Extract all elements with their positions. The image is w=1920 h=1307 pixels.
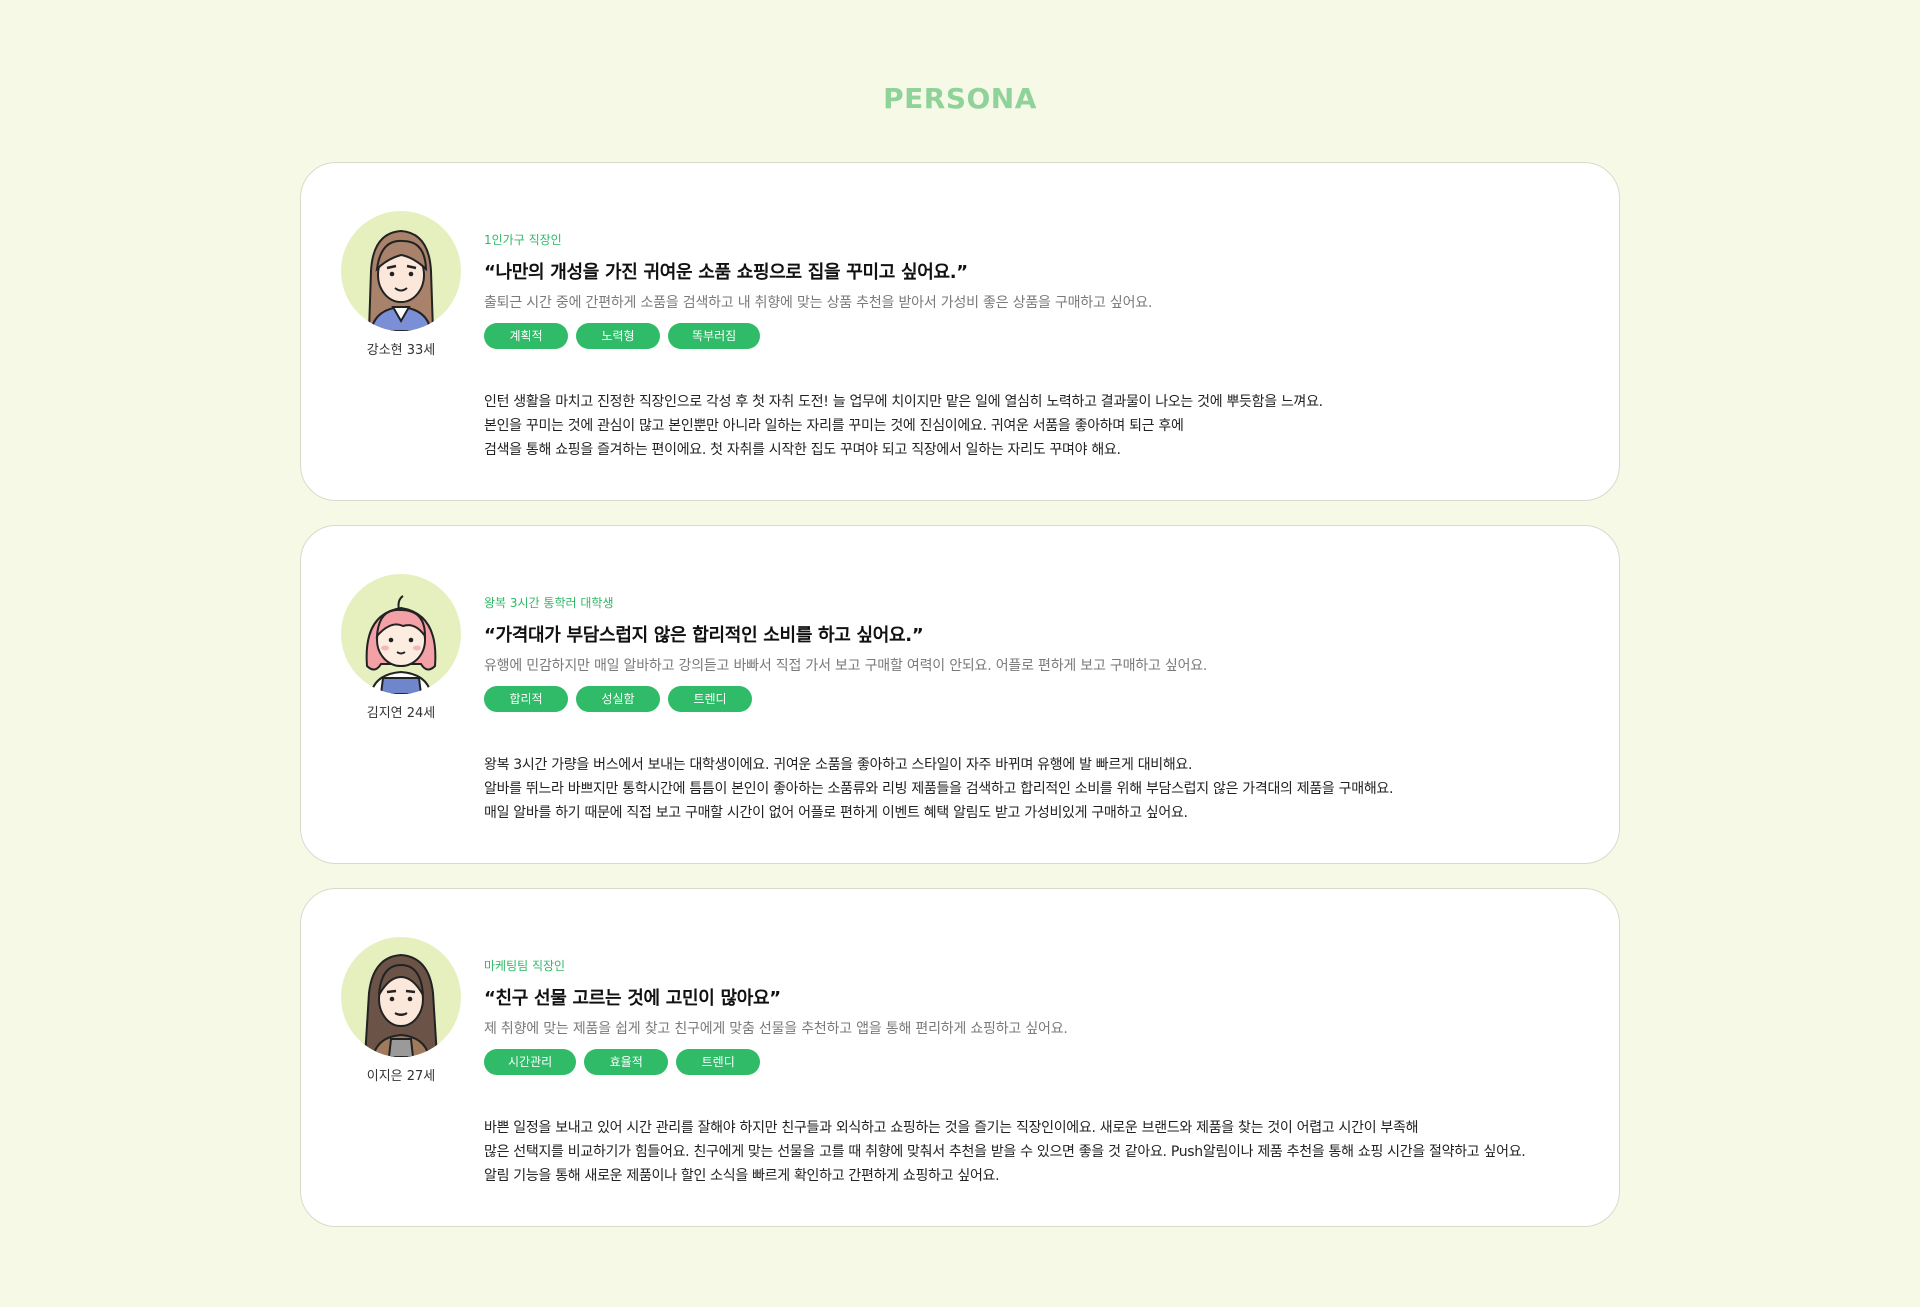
description-line: 본인을 꾸미는 것에 관심이 많고 본인뿐만 아니라 일하는 자리를 꾸미는 것… — [484, 418, 1184, 434]
persona-description: 바쁜 일정을 보내고 있어 시간 관리를 잘해야 하지만 친구들과 외식하고 쇼… — [484, 1116, 1584, 1188]
woman-pink-hair-avatar-icon — [341, 574, 461, 694]
persona-content: 왕복 3시간 통학러 대학생 “가격대가 부담스럽지 않은 합리적인 소비를 하… — [484, 594, 1584, 825]
persona-quote: “나만의 개성을 가진 귀여운 소품 쇼핑으로 집을 꾸미고 싶어요.” — [484, 262, 968, 283]
persona-tag: 계획적 — [484, 323, 568, 349]
woman-brown-hair-avatar-icon — [341, 211, 461, 331]
description-line: 매일 알바를 하기 때문에 직접 보고 구매할 시간이 없어 어플로 편하게 이… — [484, 805, 1188, 821]
description-line: 알바를 뛰느라 바쁘지만 통학시간에 틈틈이 본인이 좋아하는 소품류와 리빙 … — [484, 781, 1394, 797]
persona-content: 마케팅팀 직장인 “친구 선물 고르는 것에 고민이 많아요” 제 취향에 맞는… — [484, 957, 1584, 1188]
persona-tag: 시간관리 — [484, 1049, 577, 1075]
persona-profile: 이지은 27세 — [341, 937, 461, 1084]
persona-role: 마케팅팀 직장인 — [484, 959, 566, 973]
persona-summary: 출퇴근 시간 중에 간편하게 소품을 검색하고 내 취향에 맞는 상품 추천을 … — [484, 295, 1153, 311]
persona-name: 이지은 27세 — [366, 1069, 436, 1084]
persona-card: 이지은 27세 마케팅팀 직장인 “친구 선물 고르는 것에 고민이 많아요” … — [300, 888, 1620, 1227]
persona-tags: 계획적 노력형 똑부러짐 — [484, 323, 1584, 349]
persona-tag: 성실함 — [576, 686, 660, 712]
description-line: 검색을 통해 쇼핑을 즐겨하는 편이에요. 첫 자취를 시작한 집도 꾸며야 되… — [484, 442, 1121, 458]
page-title: PERSONA — [883, 82, 1037, 115]
persona-tag: 트렌디 — [676, 1049, 761, 1075]
persona-tag: 합리적 — [484, 686, 568, 712]
description-line: 인턴 생활을 마치고 진정한 직장인으로 각성 후 첫 자취 도전! 늘 업무에… — [484, 394, 1323, 410]
persona-tag: 효율적 — [584, 1049, 669, 1075]
persona-summary: 유행에 민감하지만 매일 알바하고 강의듣고 바빠서 직접 가서 보고 구매할 … — [484, 658, 1208, 674]
description-line: 알림 기능을 통해 새로운 제품이나 할인 소식을 빠르게 확인하고 간편하게 … — [484, 1168, 1000, 1184]
persona-tags: 합리적 성실함 트렌디 — [484, 686, 1584, 712]
description-line: 왕복 3시간 가량을 버스에서 보내는 대학생이에요. 귀여운 소품을 좋아하고… — [484, 757, 1193, 773]
woman-dark-hair-avatar-icon — [341, 937, 461, 1057]
persona-card: 김지연 24세 왕복 3시간 통학러 대학생 “가격대가 부담스럽지 않은 합리… — [300, 525, 1620, 864]
persona-description: 인턴 생활을 마치고 진정한 직장인으로 각성 후 첫 자취 도전! 늘 업무에… — [484, 390, 1584, 462]
persona-name: 강소현 33세 — [366, 343, 436, 358]
persona-profile: 강소현 33세 — [341, 211, 461, 358]
persona-quote: “가격대가 부담스럽지 않은 합리적인 소비를 하고 싶어요.” — [484, 625, 924, 646]
persona-quote: “친구 선물 고르는 것에 고민이 많아요” — [484, 988, 781, 1009]
description-line: 바쁜 일정을 보내고 있어 시간 관리를 잘해야 하지만 친구들과 외식하고 쇼… — [484, 1120, 1419, 1136]
persona-tag: 똑부러짐 — [668, 323, 761, 349]
persona-list: 강소현 33세 1인가구 직장인 “나만의 개성을 가진 귀여운 소품 쇼핑으로… — [300, 162, 1620, 1251]
persona-profile: 김지연 24세 — [341, 574, 461, 721]
persona-name: 김지연 24세 — [366, 706, 436, 721]
persona-role: 1인가구 직장인 — [484, 233, 562, 247]
persona-card: 강소현 33세 1인가구 직장인 “나만의 개성을 가진 귀여운 소품 쇼핑으로… — [300, 162, 1620, 501]
persona-tag: 트렌디 — [668, 686, 752, 712]
persona-tag: 노력형 — [576, 323, 660, 349]
persona-content: 1인가구 직장인 “나만의 개성을 가진 귀여운 소품 쇼핑으로 집을 꾸미고 … — [484, 231, 1584, 462]
persona-description: 왕복 3시간 가량을 버스에서 보내는 대학생이에요. 귀여운 소품을 좋아하고… — [484, 753, 1584, 825]
persona-summary: 제 취향에 맞는 제품을 쉽게 찾고 친구에게 맞춤 선물을 추천하고 앱을 통… — [484, 1021, 1068, 1037]
description-line: 많은 선택지를 비교하기가 힘들어요. 친구에게 맞는 선물을 고를 때 취향에… — [484, 1144, 1526, 1160]
persona-role: 왕복 3시간 통학러 대학생 — [484, 596, 614, 610]
persona-tags: 시간관리 효율적 트렌디 — [484, 1049, 1584, 1075]
